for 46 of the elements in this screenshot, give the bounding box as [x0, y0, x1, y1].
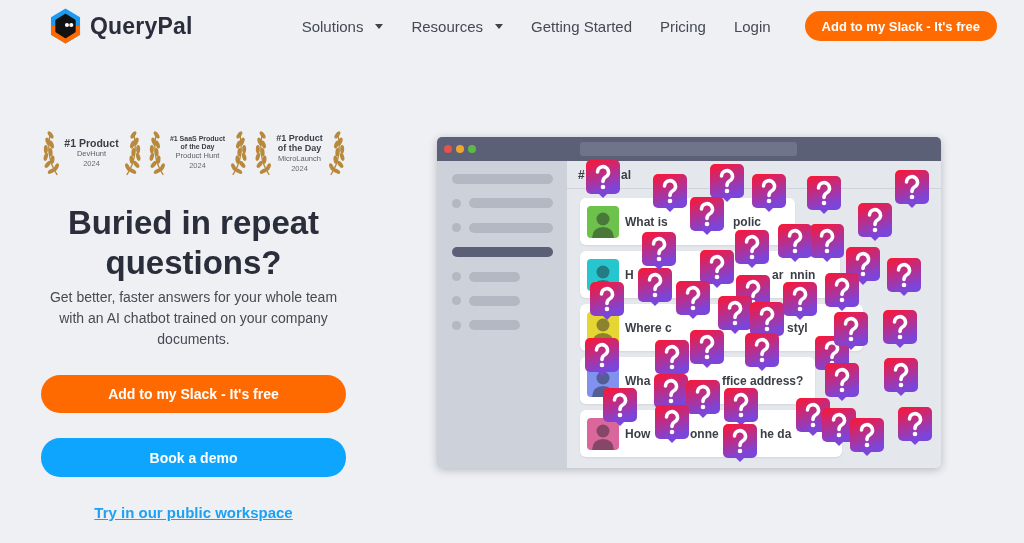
message-text: styl — [787, 320, 808, 335]
question-bubble-icon — [846, 247, 880, 285]
brand-name[interactable]: QueryPal — [90, 12, 193, 40]
message-text: ffice address? — [722, 373, 804, 388]
laurel-branch-icon — [254, 129, 274, 177]
question-bubble-icon — [850, 418, 884, 456]
channel-name-text: al — [621, 167, 631, 182]
hexagon-logo-icon[interactable] — [50, 8, 81, 44]
question-bubble-icon — [883, 310, 917, 348]
nav-link[interactable]: Resources — [411, 17, 504, 35]
hero-subtitle: Get better, faster answers for your whole team with an AI chatbot trained on your company documents. — [48, 288, 339, 349]
question-bubble-icon — [807, 176, 841, 214]
bullet-dot-icon — [452, 320, 461, 330]
question-bubble-icon — [898, 407, 932, 445]
laurel-branch-icon — [148, 129, 168, 177]
bullet-dot-icon — [452, 198, 461, 208]
message-text: Where c — [625, 320, 672, 335]
bullet-dot-icon — [452, 272, 461, 282]
message-text: onne — [690, 426, 719, 441]
message-text: polic — [733, 214, 761, 229]
question-bubble-icon — [887, 258, 921, 296]
award-title: #1 Product of the Day — [275, 133, 324, 154]
message-text: ar — [772, 267, 784, 282]
close-dot-icon — [444, 145, 452, 153]
message-text: he da — [760, 426, 792, 441]
message-text: H — [625, 267, 634, 282]
nav-link[interactable]: Getting Started — [531, 17, 632, 35]
bullet-dot-icon — [452, 223, 461, 233]
message-text: What is — [625, 214, 668, 229]
maximize-dot-icon — [468, 145, 476, 153]
channel-name-text: # — [578, 167, 585, 182]
question-bubble-icon — [895, 170, 929, 208]
message-text: nnin — [790, 267, 816, 282]
laurel-branch-icon — [42, 129, 62, 177]
message-text: How — [625, 426, 651, 441]
nav-link[interactable]: Login — [733, 17, 771, 35]
nav-link[interactable]: Pricing — [660, 17, 706, 35]
bullet-dot-icon — [452, 296, 461, 306]
question-bubble-icon — [825, 363, 859, 401]
nav-link[interactable]: Solutions — [301, 17, 384, 35]
question-bubble-icon — [884, 358, 918, 396]
award-title: #1 Product — [64, 137, 119, 150]
question-bubble-icon — [858, 203, 892, 241]
message-text: Wha — [625, 373, 651, 388]
minimize-dot-icon — [456, 145, 464, 153]
hero-heading: Buried in repeat questions? — [66, 203, 321, 283]
